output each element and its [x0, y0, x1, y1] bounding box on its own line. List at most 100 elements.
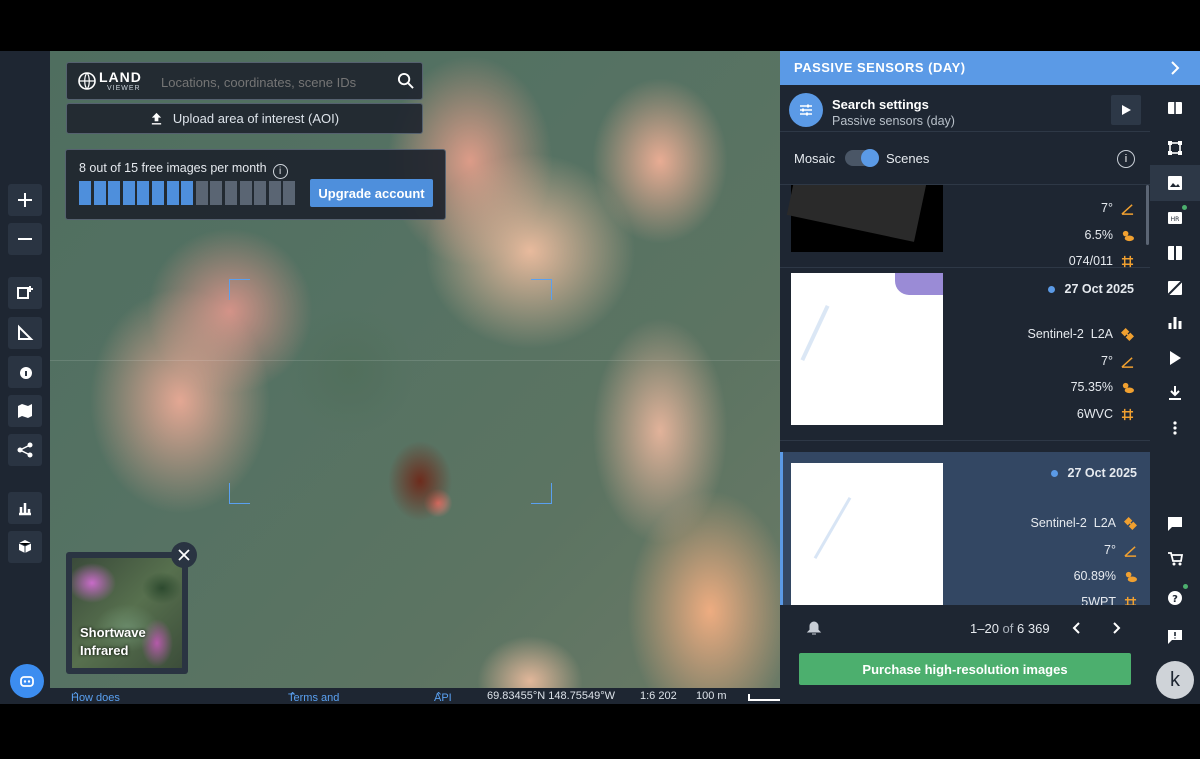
scene-angle: 7° — [1101, 201, 1134, 215]
scene-card[interactable]: 7° 6.5% 074/011 — [780, 185, 1150, 268]
mosaic-label[interactable]: Mosaic — [794, 151, 835, 166]
more-button[interactable] — [1165, 418, 1185, 438]
scene-date: 27 Oct 2025 — [1050, 466, 1137, 480]
api-link[interactable]: API ⌃ — [434, 690, 452, 704]
satellite-icon — [1121, 327, 1134, 341]
sliders-icon — [789, 93, 823, 127]
scene-thumbnail — [786, 185, 946, 252]
share-icon — [17, 442, 33, 458]
search-settings[interactable]: Search settings Passive sensors (day) — [780, 85, 1150, 132]
images-button[interactable] — [1165, 173, 1185, 193]
polygon-icon — [1168, 141, 1182, 155]
aoi-corner-br — [531, 483, 552, 504]
next-page-icon[interactable] — [1109, 621, 1123, 635]
app-frame: LAND VIEWER Upload area of interest (AOI… — [0, 51, 1200, 704]
timelapse-button[interactable] — [1165, 348, 1185, 368]
scene-angle-value: 7° — [1101, 354, 1113, 368]
help-button[interactable]: ? — [1165, 584, 1188, 608]
search-icon[interactable] — [397, 72, 414, 89]
feedback-button[interactable] — [1165, 627, 1185, 647]
map-grid-line — [50, 360, 780, 361]
chat-button[interactable] — [1165, 514, 1185, 534]
info-icon[interactable]: i — [1117, 150, 1135, 168]
robot-icon — [20, 676, 34, 687]
scene-angle-value: 7° — [1104, 543, 1116, 557]
scene-thumbnail — [791, 463, 943, 605]
chat-icon — [1168, 517, 1182, 531]
search-input[interactable] — [159, 71, 393, 93]
chevron-right-icon — [1171, 61, 1180, 75]
landviewer-logo: LAND VIEWER — [77, 69, 147, 93]
aoi-tool-button[interactable] — [1165, 138, 1185, 158]
scene-cloud: 60.89% — [1074, 569, 1137, 583]
info-tool-button[interactable] — [8, 356, 42, 388]
quota-segment — [108, 181, 121, 205]
compare-button[interactable] — [1165, 98, 1185, 118]
list-scrollbar[interactable] — [1146, 185, 1149, 245]
scenes-label[interactable]: Scenes — [886, 151, 929, 166]
bell-icon[interactable] — [806, 620, 822, 636]
quota-segment — [137, 181, 150, 205]
download-button[interactable] — [1165, 383, 1185, 403]
quota-segment — [151, 181, 164, 205]
map-scale: 1:6 202 — [640, 690, 677, 702]
toggle-knob — [861, 149, 879, 167]
avatar[interactable]: k — [1156, 661, 1194, 699]
help-link[interactable]: How does EOSDA LandViewer work? ⌃ — [71, 690, 120, 704]
view-mode-switch: Mosaic Scenes i — [780, 132, 1150, 185]
upgrade-account-button[interactable]: Upgrade account — [310, 179, 433, 207]
mosaic-scenes-toggle[interactable] — [845, 149, 879, 167]
quota-segment — [166, 181, 179, 205]
quota-segment — [122, 181, 135, 205]
angle-icon — [1121, 203, 1134, 215]
statistics-button[interactable] — [1165, 313, 1185, 333]
close-icon — [178, 549, 190, 561]
zoom-out-button[interactable] — [8, 223, 42, 255]
play-icon — [1170, 351, 1181, 365]
map-layers-button[interactable] — [8, 395, 42, 427]
scene-angle: 7° — [1104, 543, 1137, 557]
analytics-button[interactable] — [8, 492, 42, 524]
upload-aoi-button[interactable]: Upload area of interest (AOI) — [66, 103, 423, 134]
scene-date-value: 27 Oct 2025 — [1064, 282, 1135, 296]
scene-sensor-value: Sentinel-2 L2A — [1030, 516, 1116, 530]
pager-text: 1–20 of 6 369 — [970, 621, 1050, 636]
assistant-button[interactable] — [10, 664, 44, 698]
purchase-button[interactable]: Purchase high-resolution images — [799, 653, 1131, 685]
svg-text:HR: HR — [1171, 216, 1180, 223]
draw-aoi-button[interactable] — [8, 277, 42, 309]
download-icon — [1169, 386, 1181, 400]
api-link-label: API — [434, 692, 452, 704]
cart-button[interactable] — [1165, 549, 1185, 569]
minus-icon — [18, 238, 32, 240]
play-button[interactable] — [1111, 95, 1141, 125]
scene-sensor: Sentinel-2 L2A — [1031, 516, 1137, 530]
info-icon[interactable]: i — [272, 164, 288, 179]
split-view-button[interactable] — [1165, 243, 1185, 263]
share-button[interactable] — [8, 434, 42, 466]
scene-tile-value: 5WPT — [1081, 595, 1116, 605]
scene-tile: 5WPT — [1081, 595, 1137, 605]
scene-card-selected[interactable]: 27 Oct 2025 Sentinel-2 L2A 7° 60.89% 5WP… — [780, 452, 1150, 605]
quota-segment — [93, 181, 106, 205]
scene-cloud: 75.35% — [1071, 380, 1134, 394]
layer-name-line2: Infrared — [80, 643, 129, 658]
prev-page-icon[interactable] — [1070, 621, 1084, 635]
results-panel: PASSIVE SENSORS (DAY) Search settings Pa… — [780, 51, 1150, 704]
layer-switcher[interactable]: Shortwave Infrared — [66, 552, 188, 674]
scene-dot — [1050, 469, 1058, 477]
layer-close-button[interactable] — [171, 542, 197, 568]
cloud-sun-icon — [1122, 382, 1134, 393]
zoom-in-button[interactable] — [8, 184, 42, 216]
scene-card[interactable]: 27 Oct 2025 Sentinel-2 L2A 7° 75.35% 6WV… — [780, 268, 1150, 441]
collapse-panel-button[interactable] — [1150, 51, 1200, 85]
high-res-button[interactable]: HR — [1165, 205, 1187, 228]
add-shape-icon — [17, 286, 33, 299]
3d-view-button[interactable] — [8, 531, 42, 563]
terms-link[interactable]: Terms and Conditions ⌃ — [288, 690, 339, 704]
change-detection-button[interactable] — [1165, 278, 1185, 298]
upload-icon — [151, 112, 162, 125]
measure-button[interactable] — [8, 317, 42, 349]
cart-icon — [1168, 552, 1183, 566]
scene-thumbnail — [791, 273, 943, 425]
